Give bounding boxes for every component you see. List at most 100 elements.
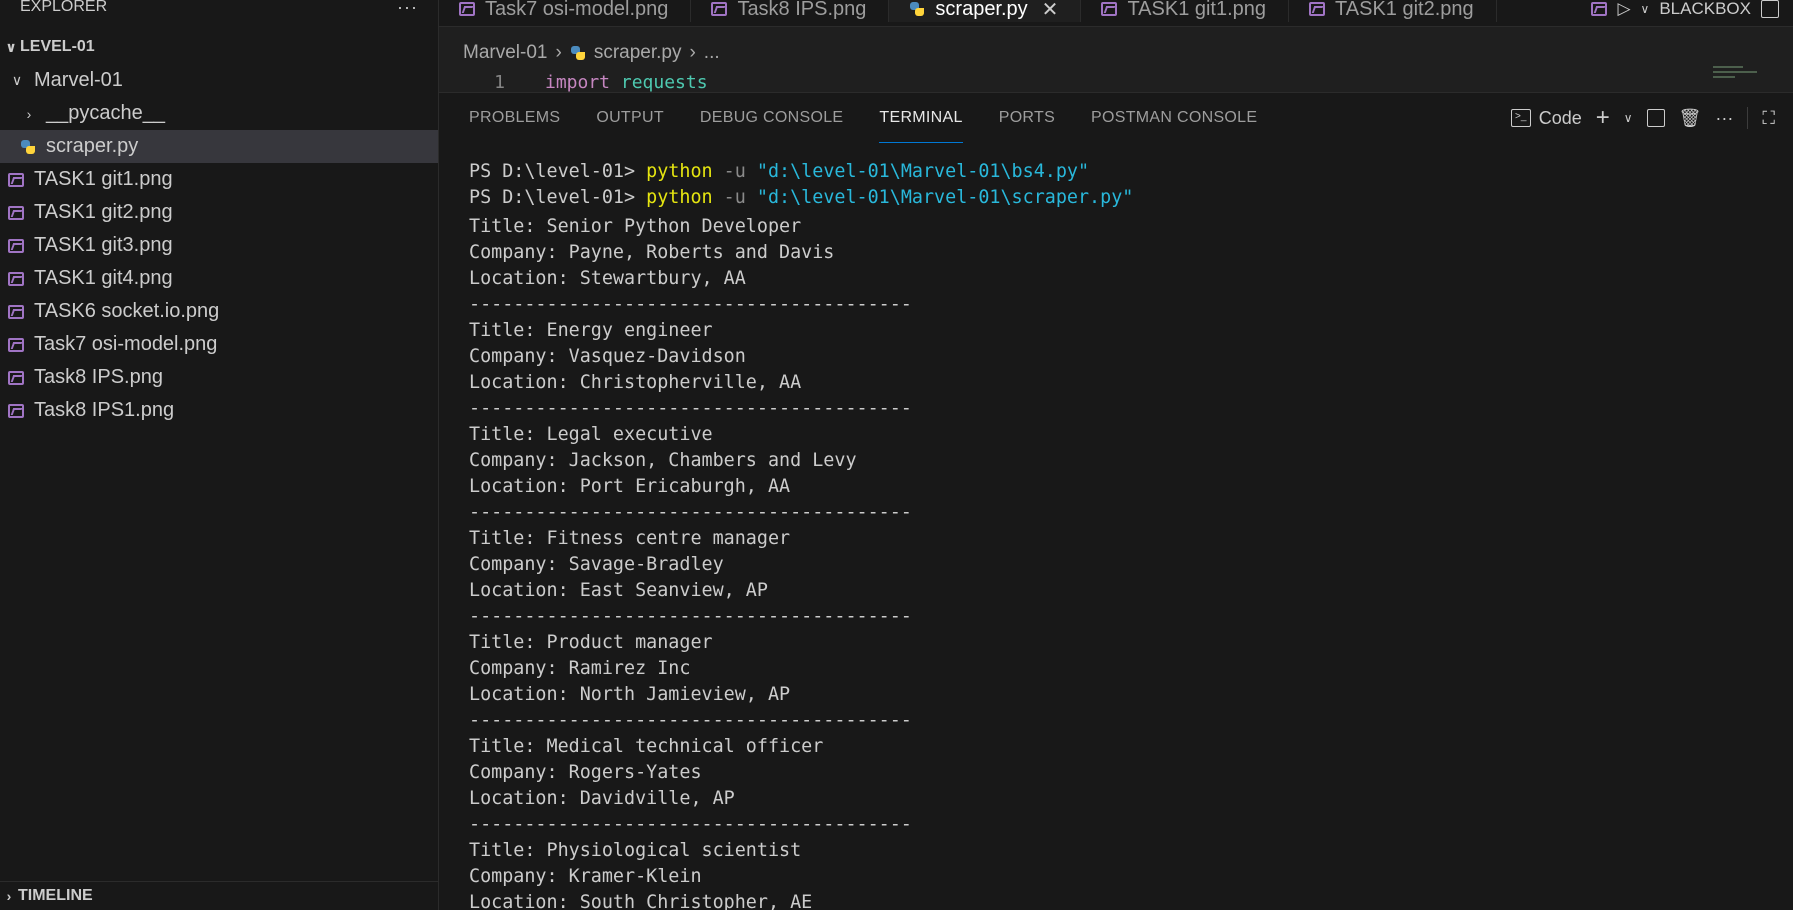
file-label: scraper.py — [46, 135, 139, 157]
python-file-icon — [909, 1, 925, 17]
file-item[interactable]: TASK1 git2.png — [0, 196, 438, 229]
editor-tab[interactable]: Task7 osi-model.png — [439, 0, 692, 22]
panel-tab[interactable]: OUTPUT — [596, 93, 664, 143]
more-actions-icon[interactable]: ··· — [1715, 108, 1733, 129]
image-file-icon — [8, 172, 24, 187]
file-label: Task8 IPS.png — [34, 366, 163, 388]
panel-tab[interactable]: TERMINAL — [879, 93, 963, 143]
run-icon[interactable]: ▷ — [1617, 0, 1630, 19]
folder-label: Marvel-01 — [34, 69, 123, 91]
workspace-root-label: LEVEL-01 — [20, 38, 95, 55]
panel-tab[interactable]: POSTMAN CONSOLE — [1091, 93, 1257, 143]
code-keyword: import — [545, 71, 611, 93]
file-label: TASK1 git2.png — [34, 201, 173, 223]
editor-tab-bar: Task7 osi-model.png Task8 IPS.png scraper.… — [439, 0, 1793, 27]
divider — [1747, 107, 1749, 129]
terminal-output-location: Location: North Jamieview, AP — [469, 684, 791, 705]
new-terminal-icon[interactable]: + — [1596, 104, 1610, 132]
editor-tab[interactable]: TASK1 git1.png — [1081, 0, 1290, 22]
terminal-separator: ---------------------------------------- — [469, 398, 912, 419]
file-item[interactable]: Task8 IPS1.png — [0, 394, 438, 427]
editor-tab[interactable]: scraper.py ✕ — [889, 0, 1082, 22]
blackbox-button[interactable]: BLACKBOX — [1659, 0, 1751, 19]
terminal-argument: "d:\level-01\Marvel-01\bs4.py" — [756, 161, 1090, 182]
file-item[interactable]: TASK6 socket.io.png — [0, 295, 438, 328]
image-file-icon — [1591, 2, 1608, 16]
terminal-output-title: Title: Senior Python Developer — [469, 216, 802, 237]
breadcrumb-more[interactable]: ... — [704, 42, 720, 64]
terminal-command: python — [646, 187, 713, 208]
terminal-shell-button[interactable]: >_ Code — [1510, 107, 1582, 129]
image-file-icon — [8, 271, 24, 286]
minimap[interactable] — [1713, 66, 1763, 88]
panel-tab[interactable]: PORTS — [999, 93, 1055, 143]
breadcrumb-file[interactable]: scraper.py — [594, 42, 682, 64]
timeline-section[interactable]: › TIMELINE — [0, 881, 438, 910]
more-actions-icon[interactable]: ··· — [397, 0, 418, 18]
terminal-prompt: PS D:\level-01> — [469, 161, 647, 182]
terminal-separator: ---------------------------------------- — [469, 814, 912, 835]
folder-marvel-01[interactable]: ∨ Marvel-01 — [0, 64, 438, 97]
file-item[interactable]: TASK1 git3.png — [0, 229, 438, 262]
terminal-output-title: Title: Energy engineer — [469, 320, 713, 341]
terminal-output-title: Title: Physiological scientist — [469, 840, 802, 861]
line-number: 1 — [494, 71, 505, 93]
chevron-down-icon[interactable]: ∨ — [1624, 111, 1633, 125]
trash-icon[interactable]: 🗑 — [1679, 108, 1702, 129]
folder-label: __pycache__ — [46, 102, 165, 124]
chevron-down-icon[interactable]: ∨ — [1641, 2, 1650, 16]
file-item[interactable]: Task7 osi-model.png — [0, 328, 438, 361]
image-file-icon — [8, 403, 24, 418]
editor-tab[interactable]: TASK1 git2.png — [1289, 0, 1497, 22]
image-file-icon — [1309, 2, 1326, 16]
tab-label: Task7 osi-model.png — [485, 0, 669, 20]
maximize-panel-icon[interactable]: ⛶ — [1762, 108, 1775, 129]
close-icon[interactable]: ✕ — [1042, 0, 1059, 22]
file-scraper-py[interactable]: scraper.py — [0, 130, 438, 163]
explorer-header: EXPLORER ··· — [0, 0, 438, 18]
editor-actions: ▷ ∨ BLACKBOX — [1577, 0, 1793, 22]
terminal-output-company: Company: Ramirez Inc — [469, 658, 691, 679]
editor-code-line[interactable]: 1 import requests — [463, 70, 707, 94]
explorer-sidebar: EXPLORER ··· ∨ LEVEL-01 ∨ Marvel-01 › __… — [0, 0, 439, 910]
file-item[interactable]: TASK1 git4.png — [0, 262, 438, 295]
file-item[interactable]: TASK1 git1.png — [0, 163, 438, 196]
timeline-label: TIMELINE — [18, 887, 93, 904]
file-item[interactable]: Task8 IPS.png — [0, 361, 438, 394]
panel-actions: >_ Code + ∨ 🗑 ··· ⛶ — [1510, 93, 1775, 143]
image-file-icon — [8, 337, 24, 352]
breadcrumb-folder[interactable]: Marvel-01 — [463, 42, 547, 64]
editor-tab[interactable]: Task8 IPS.png — [691, 0, 890, 22]
tab-label: Task8 IPS.png — [737, 0, 867, 20]
terminal-separator: ---------------------------------------- — [469, 502, 912, 523]
panel-tab[interactable]: PROBLEMS — [469, 93, 560, 143]
image-file-icon — [459, 2, 475, 16]
terminal-output-title: Title: Product manager — [469, 632, 713, 653]
image-file-icon — [8, 238, 24, 253]
file-label: TASK1 git1.png — [34, 168, 173, 190]
terminal-separator: ---------------------------------------- — [469, 710, 912, 731]
folder-pycache[interactable]: › __pycache__ — [0, 97, 438, 130]
image-file-icon — [1101, 2, 1118, 16]
panel-tab[interactable]: DEBUG CONSOLE — [700, 93, 844, 143]
terminal-flag: -u — [712, 187, 757, 208]
breadcrumb: Marvel-01 › scraper.py › ... — [463, 40, 720, 66]
terminal-shell-label: Code — [1538, 107, 1582, 128]
split-editor-icon[interactable] — [1761, 0, 1779, 18]
chevron-down-icon: ∨ — [11, 72, 23, 88]
chevron-right-icon: › — [555, 42, 562, 63]
workspace-root[interactable]: ∨ LEVEL-01 — [0, 30, 438, 64]
terminal-output-location: Location: Stewartbury, AA — [469, 268, 746, 289]
terminal-output[interactable]: PS D:\level-01> python -u "d:\level-01\M… — [469, 159, 1793, 910]
tab-label: TASK1 git1.png — [1127, 0, 1267, 20]
split-terminal-icon[interactable] — [1646, 109, 1665, 127]
explorer-title: EXPLORER — [20, 0, 108, 15]
file-label: TASK1 git4.png — [34, 267, 173, 289]
image-file-icon — [8, 370, 24, 385]
terminal-icon: >_ — [1510, 109, 1531, 127]
terminal-output-company: Company: Savage-Bradley — [469, 554, 724, 575]
terminal-output-title: Title: Fitness centre manager — [469, 528, 791, 549]
terminal-command-line: PS D:\level-01> python -u "d:\level-01\M… — [469, 185, 1793, 214]
terminal-flag: -u — [712, 161, 757, 182]
chevron-right-icon: › — [26, 105, 32, 122]
